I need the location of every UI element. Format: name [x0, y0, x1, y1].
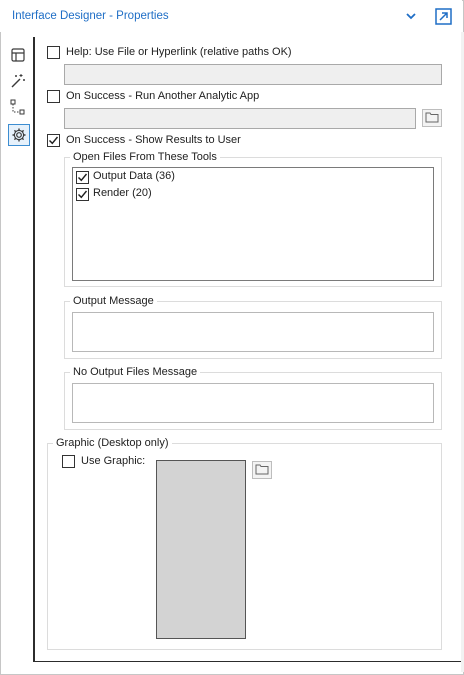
- gear-icon[interactable]: [8, 124, 30, 146]
- magic-wand-icon[interactable]: [9, 72, 27, 90]
- browse-app-button[interactable]: [422, 109, 442, 127]
- tree-icon[interactable]: [9, 98, 27, 116]
- help-path-input[interactable]: [64, 64, 442, 85]
- folder-icon: [425, 111, 439, 126]
- window-title: Interface Designer - Properties: [12, 10, 169, 22]
- use-graphic-checkbox[interactable]: [62, 455, 75, 468]
- use-graphic-label: Use Graphic:: [81, 455, 146, 467]
- show-results-checkbox[interactable]: [47, 134, 60, 147]
- help-checkbox[interactable]: [47, 46, 60, 59]
- browse-graphic-button[interactable]: [252, 461, 272, 479]
- no-output-message-legend: No Output Files Message: [70, 366, 201, 379]
- run-app-checkbox[interactable]: [47, 90, 60, 103]
- layout-icon[interactable]: [9, 46, 27, 64]
- output-data-checkbox[interactable]: [76, 171, 89, 184]
- output-message-input[interactable]: [72, 312, 434, 352]
- panel-bottom-border: [33, 661, 462, 662]
- run-app-label: On Success - Run Another Analytic App: [66, 90, 260, 102]
- help-label: Help: Use File or Hyperlink (relative pa…: [66, 46, 292, 58]
- output-data-label: Output Data (36): [93, 170, 175, 182]
- run-app-path-input[interactable]: [64, 108, 416, 129]
- popout-icon[interactable]: [435, 8, 452, 25]
- graphic-legend: Graphic (Desktop only): [53, 437, 172, 450]
- render-label: Render (20): [93, 187, 152, 199]
- title-bar: Interface Designer - Properties: [0, 0, 462, 32]
- render-checkbox[interactable]: [76, 188, 89, 201]
- show-results-label: On Success - Show Results to User: [66, 134, 241, 146]
- chevron-down-icon[interactable]: [404, 9, 418, 23]
- open-files-legend: Open Files From These Tools: [70, 151, 220, 164]
- open-files-list[interactable]: Output Data (36) Render (20): [72, 167, 434, 281]
- graphic-preview: [156, 460, 246, 639]
- no-output-message-input[interactable]: [72, 383, 434, 423]
- sidebar: [0, 37, 35, 662]
- output-message-legend: Output Message: [70, 295, 157, 308]
- folder-icon: [255, 463, 269, 478]
